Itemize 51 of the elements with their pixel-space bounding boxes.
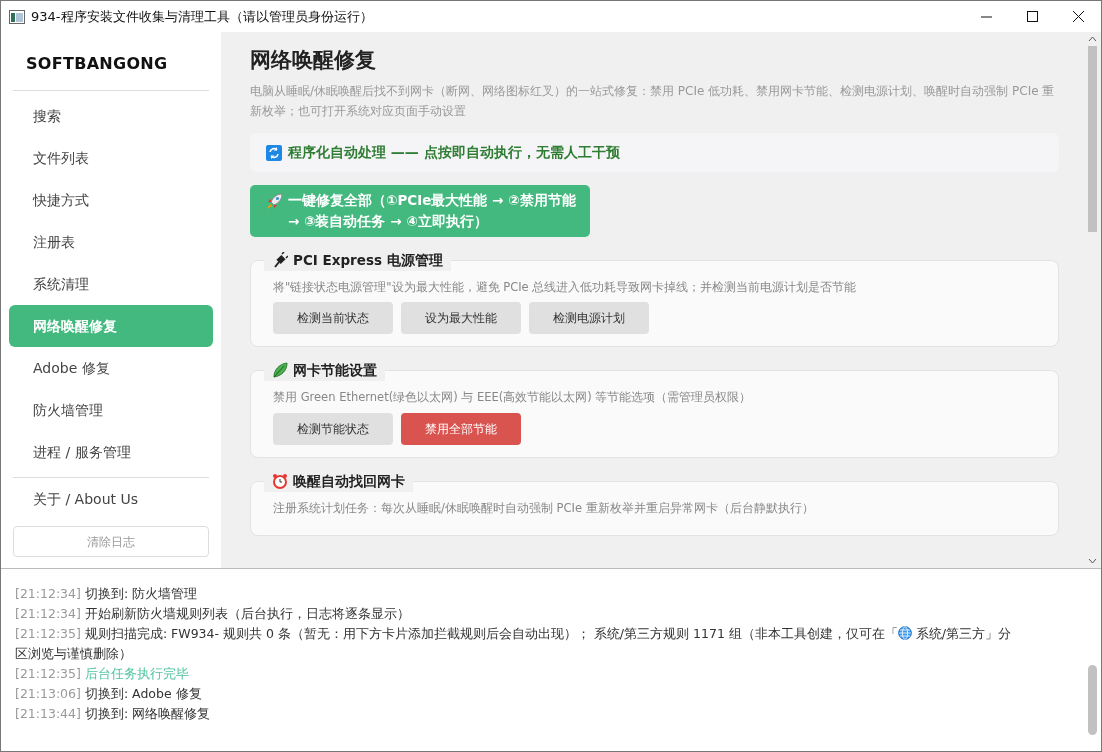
action-button[interactable]: 设为最大性能 [401, 302, 521, 335]
sidebar-item[interactable]: 快捷方式 [9, 179, 213, 221]
sidebar-item[interactable]: Adobe 修复 [9, 347, 213, 389]
section-description: 注册系统计划任务：每次从睡眠/休眠唤醒时自动强制 PCIe 重新枚举并重启异常网卡（后台静默执行） [273, 499, 815, 517]
log-time: [21:12:34] [15, 606, 81, 621]
sidebar-item[interactable]: 文件列表 [9, 137, 213, 179]
leaf-icon [272, 362, 288, 379]
page-description: 电脑从睡眠/休眠唤醒后找不到网卡（断网、网络图标红叉）的一站式修复：禁用 PCIe 低功耗、禁用网卡节能、检测电源计划、唤醒时自动强制 PCIe 重新枚举；也可打开系统对应页面手动设置 [250, 83, 1056, 121]
log-message: 后台任务执行完毕 [84, 666, 189, 681]
log-message: 系统/第三方」分 [914, 626, 1011, 641]
section-title: 唤醒自动找回网卡 [293, 471, 405, 491]
section-title: PCI Express 电源管理 [293, 251, 443, 271]
action-button[interactable]: 禁用全部节能 [401, 412, 521, 445]
sidebar-item[interactable]: 防火墙管理 [9, 389, 213, 431]
log-message: 开始刷新防火墙规则列表（后台执行，日志将逐条显示） [84, 606, 410, 621]
action-button[interactable]: 检测当前状态 [273, 302, 393, 335]
banner-text: 程序化自动处理 —— 点按即自动执行，无需人工干预 [288, 143, 620, 163]
page-title: 网络唤醒修复 [250, 48, 377, 74]
sidebar-item[interactable]: 系统清理 [9, 263, 213, 305]
maximize-icon [1026, 11, 1038, 22]
alarm-clock-icon [272, 472, 288, 489]
logo: SOFTBANGONG [25, 53, 169, 75]
log-message: 区浏览与谨慎删除） [15, 646, 132, 661]
log-time: [21:13:44] [15, 706, 81, 721]
rocket-icon [266, 192, 284, 211]
sidebar-item[interactable]: 搜索 [9, 95, 213, 137]
section-description: 将"链接状态电源管理"设为最大性能，避免 PCIe 总线进入低功耗导致网卡掉线；并检测当前电源计划是否节能 [273, 279, 858, 297]
log-time: [21:12:34] [15, 586, 81, 601]
sidebar-item[interactable]: 注册表 [9, 221, 213, 263]
action-button[interactable]: 检测电源计划 [529, 302, 649, 335]
app-icon [9, 9, 25, 24]
log-time: [21:12:35] [15, 666, 81, 681]
log-message: 规则扫描完成: FW934- 规则共 0 条（暂无：用下方卡片添加拦截规则后会自动出现）； 系统/第三方规则 1171 组（非本工具创建，仅可在「 [84, 626, 898, 641]
plug-icon [272, 252, 288, 269]
sidebar-item[interactable]: 进程 / 服务管理 [9, 431, 213, 473]
sidebar-item[interactable]: 关于 / About Us [9, 478, 213, 520]
log-time: [21:13:06] [15, 686, 81, 701]
action-button[interactable]: 检测节能状态 [273, 412, 393, 445]
window-title: 934-程序安装文件收集与清理工具（请以管理员身份运行） [31, 7, 373, 26]
globe-icon [897, 626, 912, 640]
log-message: 切换到: 防火墙管理 [84, 586, 198, 601]
refresh-icon [266, 144, 282, 161]
log-message: 切换到: Adobe 修复 [84, 686, 202, 701]
section-description: 禁用 Green Ethernet(绿色以太网) 与 EEE(高效节能以太网) 等节能选项（需管理员权限） [273, 389, 753, 407]
log-message: 切换到: 网络唤醒修复 [84, 706, 211, 721]
close-icon [1072, 11, 1084, 22]
section-title: 网卡节能设置 [293, 361, 377, 381]
scrollbar[interactable] [1084, 32, 1101, 568]
scroll-thumb[interactable] [1088, 665, 1097, 735]
log-time: [21:12:35] [15, 626, 81, 641]
scroll-thumb[interactable] [1088, 46, 1097, 232]
